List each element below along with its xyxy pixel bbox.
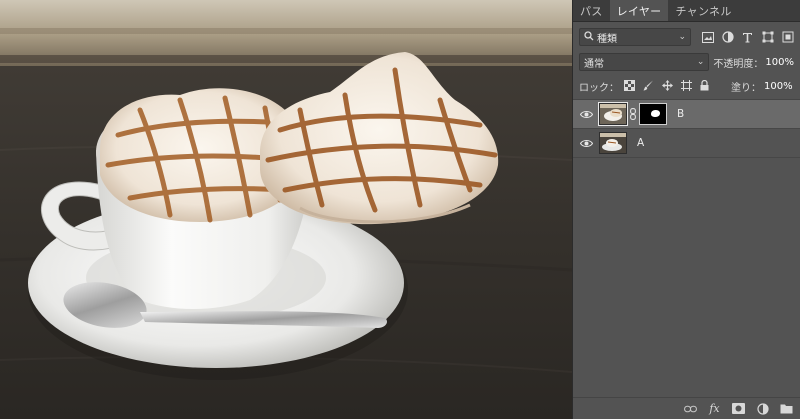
layer-thumbnail[interactable] (598, 102, 628, 126)
layers-bottom-toolbar: fx (573, 397, 800, 419)
lock-fill-row: ロック： 塗り： 100% (573, 74, 800, 100)
add-mask-icon[interactable] (732, 402, 745, 415)
shape-filter-icon[interactable] (761, 31, 774, 44)
tab-layers[interactable]: レイヤー (609, 0, 669, 21)
coffee-photo (0, 0, 572, 419)
fill-input[interactable]: 100% (764, 81, 793, 92)
link-layers-icon[interactable] (684, 402, 697, 415)
search-icon (584, 30, 594, 44)
filter-kind-label: 種類 (597, 33, 617, 45)
chevron-down-icon: ⌄ (696, 57, 705, 67)
chevron-down-icon: ⌄ (678, 32, 686, 42)
layer-mask-thumbnail[interactable] (639, 103, 667, 125)
lock-all-icon[interactable] (700, 79, 709, 94)
lock-transparent-pixels-icon[interactable] (624, 79, 635, 94)
blend-opacity-row: 通常 ⌄ 不透明度： 100% (573, 50, 800, 74)
blend-mode-value: 通常 (584, 58, 604, 70)
layer-filter-row: 種類 ⌄ (573, 24, 800, 50)
layer-row[interactable]: B (573, 100, 800, 129)
layers-panel: パス レイヤー チャンネル 種類 ⌄ 通常 ⌄ 不透明度： 100% ロック： … (572, 0, 800, 419)
opacity-input[interactable]: 100% (765, 57, 794, 68)
document-canvas[interactable] (0, 0, 572, 419)
lock-label: ロック： (579, 83, 619, 94)
layer-name[interactable]: A (637, 137, 644, 149)
layer-row[interactable]: A (573, 129, 800, 158)
blend-mode-select[interactable]: 通常 ⌄ (579, 53, 710, 71)
adjustment-layer-icon[interactable] (756, 402, 769, 415)
adjustment-filter-icon[interactable] (721, 31, 734, 44)
opacity-label: 不透明度： (713, 58, 764, 70)
fx-icon[interactable]: fx (708, 402, 721, 415)
type-filter-icon[interactable] (741, 31, 754, 44)
pixel-filter-icon[interactable] (701, 31, 714, 44)
lock-artboard-icon[interactable] (681, 79, 692, 94)
tab-paths[interactable]: パス (573, 0, 610, 21)
new-group-icon[interactable] (780, 402, 793, 415)
lock-image-pixels-icon[interactable] (643, 80, 654, 94)
layer-name[interactable]: B (677, 108, 684, 120)
mask-link-icon[interactable] (627, 108, 639, 120)
lock-position-icon[interactable] (662, 79, 673, 94)
panel-tabs: パス レイヤー チャンネル (573, 0, 800, 22)
tab-channels[interactable]: チャンネル (668, 0, 738, 21)
eye-icon[interactable] (573, 110, 599, 119)
filter-kind-select[interactable]: 種類 ⌄ (579, 28, 691, 46)
eye-icon[interactable] (573, 139, 599, 148)
smart-object-filter-icon[interactable] (781, 31, 794, 44)
fill-label: 塗り： (731, 83, 761, 94)
layer-thumbnail[interactable] (599, 132, 627, 154)
